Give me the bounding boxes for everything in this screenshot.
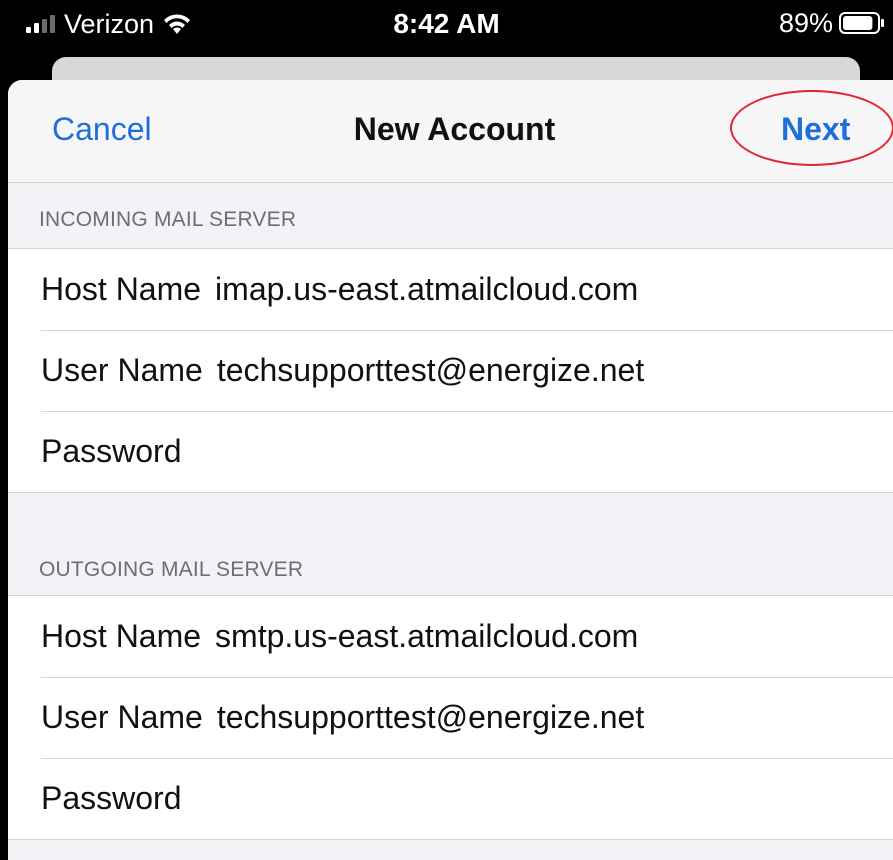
incoming-section-header: INCOMING MAIL SERVER <box>39 208 297 231</box>
incoming-host-label: Host Name <box>41 271 202 307</box>
incoming-password-label: Password <box>41 433 182 469</box>
status-right: 89% <box>779 8 885 38</box>
outgoing-password-label: Password <box>41 780 182 816</box>
outgoing-section-header: OUTGOING MAIL SERVER <box>39 558 304 581</box>
outgoing-host-field[interactable] <box>215 618 816 655</box>
next-highlight-annotation <box>730 90 893 166</box>
status-bar: Verizon 8:42 AM 89% <box>0 0 893 56</box>
outgoing-password-field[interactable] <box>195 780 796 817</box>
outgoing-server-group: Host Name User Name Password <box>8 595 893 840</box>
incoming-host-field[interactable] <box>215 271 816 308</box>
new-account-sheet: Cancel New Account Next INCOMING MAIL SE… <box>8 80 893 860</box>
outgoing-host-label: Host Name <box>41 618 202 654</box>
outgoing-user-row[interactable]: User Name <box>8 677 893 758</box>
navigation-bar: Cancel New Account Next <box>8 80 893 183</box>
incoming-password-row[interactable]: Password <box>8 411 893 492</box>
incoming-password-field[interactable] <box>195 433 796 470</box>
incoming-user-label: User Name <box>41 352 203 388</box>
incoming-server-group: Host Name User Name Password <box>8 248 893 493</box>
outgoing-user-field[interactable] <box>216 699 817 736</box>
outgoing-user-label: User Name <box>41 699 203 735</box>
battery-icon <box>839 12 884 34</box>
outgoing-host-row[interactable]: Host Name <box>8 596 893 677</box>
incoming-user-row[interactable]: User Name <box>8 330 893 411</box>
battery-percentage: 89% <box>778 7 833 38</box>
incoming-user-field[interactable] <box>216 352 817 389</box>
status-time: 8:42 AM <box>393 8 500 39</box>
outgoing-password-row[interactable]: Password <box>8 758 893 839</box>
incoming-host-row[interactable]: Host Name <box>8 249 893 330</box>
